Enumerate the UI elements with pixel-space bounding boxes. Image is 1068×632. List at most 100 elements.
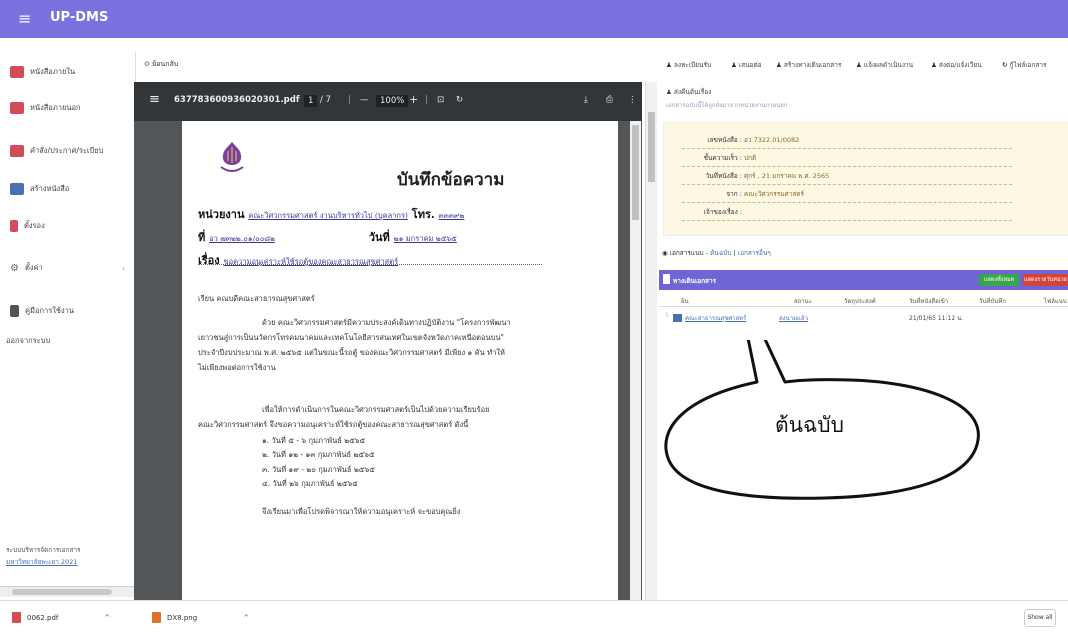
other-docs-link[interactable]: เอกสารอื่นๆ (738, 249, 771, 257)
subject-field: เรื่อง ขอความอนุเคราะห์ใช้รถตู้ของคณะสาธ… (198, 251, 398, 269)
propose-button[interactable]: ♟ เสนอต่อ (731, 60, 762, 70)
scrollbar-thumb[interactable] (12, 589, 112, 595)
report-result-button[interactable]: ♟ แจ้งผลดำเนินงาน (856, 60, 913, 70)
ref-field: ที่ อว ๗๓๒๒.๐๑/๐๐๘๒ วันที่ ๒๑ มกราคม ๒๕๖… (198, 228, 457, 246)
print-icon[interactable]: ⎙ (606, 95, 613, 105)
show-all-route-button[interactable]: แสดงทั้งหมด (979, 274, 1019, 286)
table-row[interactable]: └ คณะสาธารณสุขศาสตร์ ลงนามแล้ว 21/01/65 … (659, 311, 1068, 325)
subject-label: เรื่อง (198, 254, 220, 267)
para1-line: ประจำปีงบประมาณ พ.ศ. ๒๕๖๕ แต่ในขณะนี้รถต… (198, 348, 505, 357)
sidebar-item-label: หนังสือภายนอก (30, 103, 81, 112)
list-item: ๑. วันที่ ๕ - ๖ กุมภาพันธ์ ๒๕๖๕ (262, 436, 366, 445)
route-table-header: ผ้น สถานะ วัตถุประสงค์ วันที่หนังสือเข้า… (659, 292, 1068, 307)
menu-icon[interactable]: ≡ (18, 9, 31, 28)
phone-label: โทร. (411, 208, 435, 221)
sidebar-item-label: คำสั่ง/ประกาศ/ระเบียบ (30, 146, 104, 155)
ref-label: ที่ (198, 231, 206, 244)
column-header: สถานะ (794, 298, 812, 305)
download-item[interactable]: DX8.png ^ (152, 612, 249, 623)
chevron-up-icon[interactable]: ^ (243, 614, 249, 622)
chevron-right-icon: › (122, 263, 125, 273)
toolbar-divider: | (348, 95, 351, 105)
download-icon[interactable]: ⤓ (584, 95, 588, 105)
sidebar-item-external[interactable]: หนังสือภายนอก (10, 102, 81, 114)
restore-button[interactable]: ↻ กู้ไฟล์เอกสาร (1002, 60, 1047, 70)
info-label: ชั้นความเร็ว : (703, 154, 742, 162)
fit-page-icon[interactable]: ⊡ (437, 95, 444, 105)
route-org[interactable]: คณะสาธารณสุขศาสตร์ (685, 313, 746, 323)
original-link[interactable]: ต้นฉบับ (710, 249, 731, 257)
sidebar-item-manual[interactable]: คู่มือการใช้งาน (10, 305, 74, 317)
back-button[interactable]: ⊙ ย้อนกลับ (144, 59, 178, 70)
pdf-page-input[interactable]: 1 (304, 95, 318, 107)
doc-title: บันทึกข้อความ (397, 170, 505, 190)
tree-connector: └ (665, 313, 669, 320)
closing: จึงเรียนมาเพื่อโปรดพิจารณาให้ความอนุเครา… (262, 507, 461, 516)
user-icon: ♟ (666, 88, 672, 96)
scrollbar-thumb[interactable] (632, 125, 639, 220)
sidebar-item-label: ตั้งค่า (24, 263, 43, 272)
sidebar-item-settings[interactable]: ⚙ ตั้งค่า › (10, 262, 125, 274)
sidebar-footer-university[interactable]: มหาวิทยาลัยพะเยา 2021 (6, 557, 77, 567)
more-icon[interactable]: ⋮ (628, 95, 637, 105)
sidebar: หนังสือภายใน หนังสือภายนอก คำสั่ง/ประกาศ… (0, 52, 136, 600)
document-info: เลขหนังสือ : อว 7322.01/0082 ชั้นความเร็… (663, 122, 1068, 236)
eye-icon: ◉ (662, 249, 668, 257)
date-label: วันที่ (368, 231, 390, 244)
phone-value: ๓๓๓๙๒ (438, 211, 465, 220)
create-route-label: สร้างทางเดินเอกสาร (783, 61, 842, 69)
zoom-level[interactable]: 100% (376, 95, 409, 107)
show-all-button[interactable]: Show all (1024, 609, 1056, 627)
info-row: จาก : คณะวิศวกรรมศาสตร์ (682, 189, 1012, 203)
register-label: ลงทะเบียนรับ (673, 61, 712, 69)
forward-label: ส่งต่อ/แจ้งเวียน (938, 61, 982, 69)
zoom-in-icon[interactable]: + (409, 93, 418, 106)
sidebar-item-orders[interactable]: คำสั่ง/ประกาศ/ระเบียบ (10, 145, 103, 157)
attachments-line: ◉ เอกสารแนบ - ต้นฉบับ | เอกสารอื่นๆ (662, 248, 771, 258)
folder-icon (10, 145, 24, 157)
sidebar-item-internal[interactable]: หนังสือภายใน (10, 66, 75, 78)
propose-label: เสนอต่อ (738, 61, 762, 69)
column-header: วัตถุประสงค์ (844, 298, 876, 305)
agency-label: หน่วยงาน (198, 208, 245, 221)
app-title: UP-DMS (50, 10, 109, 25)
sidebar-item-label: ออกจากระบบ (6, 336, 51, 345)
sidebar-item-label: ตั้งรอง (24, 221, 45, 230)
zoom-out-icon[interactable]: — (360, 95, 369, 105)
pdf-scrollbar[interactable] (630, 121, 641, 600)
info-row: เลขหนังสือ : อว 7322.01/0082 (682, 135, 1012, 149)
pdf-filename: 637783600936020301.pdf (174, 95, 300, 105)
register-button[interactable]: ♟ ลงทะเบียนรับ (666, 60, 711, 70)
chevron-up-icon[interactable]: ^ (104, 614, 110, 622)
column-header: วันที่บันทึก (979, 298, 1006, 305)
create-route-button[interactable]: ♟ สร้างทางเดินเอกสาร (776, 60, 841, 70)
panel-scrollbar[interactable] (645, 82, 657, 600)
info-value: ปกติ (744, 154, 757, 162)
pdf-page-count: / 7 (320, 95, 331, 105)
action-toolbar: ♟ ลงทะเบียนรับ ♟ เสนอต่อ ♟ สร้างทางเดินเ… (656, 52, 1068, 78)
info-value: อว 7322.01/0082 (744, 136, 800, 144)
show-route-detail-button[interactable]: แสดงรายวันหน่วย (1023, 274, 1068, 286)
return-button[interactable]: ♟ ส่งคืนต้นเรื่อง (666, 87, 711, 97)
sidebar-item-logout[interactable]: ออกจากระบบ (6, 335, 50, 347)
info-label: เจ้าของเรื่อง : (703, 208, 742, 216)
sidebar-item-pending[interactable]: ตั้งรอง (10, 220, 45, 232)
scrollbar-thumb[interactable] (648, 112, 655, 182)
user-icon: ♟ (931, 61, 937, 69)
sidebar-scrollbar[interactable] (0, 586, 134, 597)
route-status[interactable]: ลงนามแล้ว (779, 313, 808, 323)
list-item: ๒. วันที่ ๑๒ - ๑๓ กุมภาพันธ์ ๒๕๖๕ (262, 450, 375, 459)
toolbar-divider: | (425, 95, 428, 105)
info-row: วันที่หนังสือ : ศุกร์ , 21 มกราคม พ.ศ. 2… (682, 171, 1012, 185)
info-hint: เอกสารฉบับนี้ได้ถูกส่งมาจากหน่วยงานภายนอ… (666, 102, 788, 109)
route-date: 21/01/65 11:12 น. (909, 315, 964, 322)
download-filename: DX8.png (167, 613, 198, 622)
sidebar-item-create[interactable]: สร้างหนังสือ (10, 183, 69, 195)
download-item[interactable]: 0062.pdf ^ (12, 612, 110, 623)
pdf-menu-icon[interactable]: ≡ (149, 92, 160, 107)
forward-button[interactable]: ♟ ส่งต่อ/แจ้งเวียน (931, 60, 982, 70)
info-label: จาก : (726, 190, 742, 198)
rotate-icon[interactable]: ↻ (456, 95, 463, 105)
route-title: ทางเดินเอกสาร (673, 277, 717, 285)
user-icon: ♟ (731, 61, 737, 69)
